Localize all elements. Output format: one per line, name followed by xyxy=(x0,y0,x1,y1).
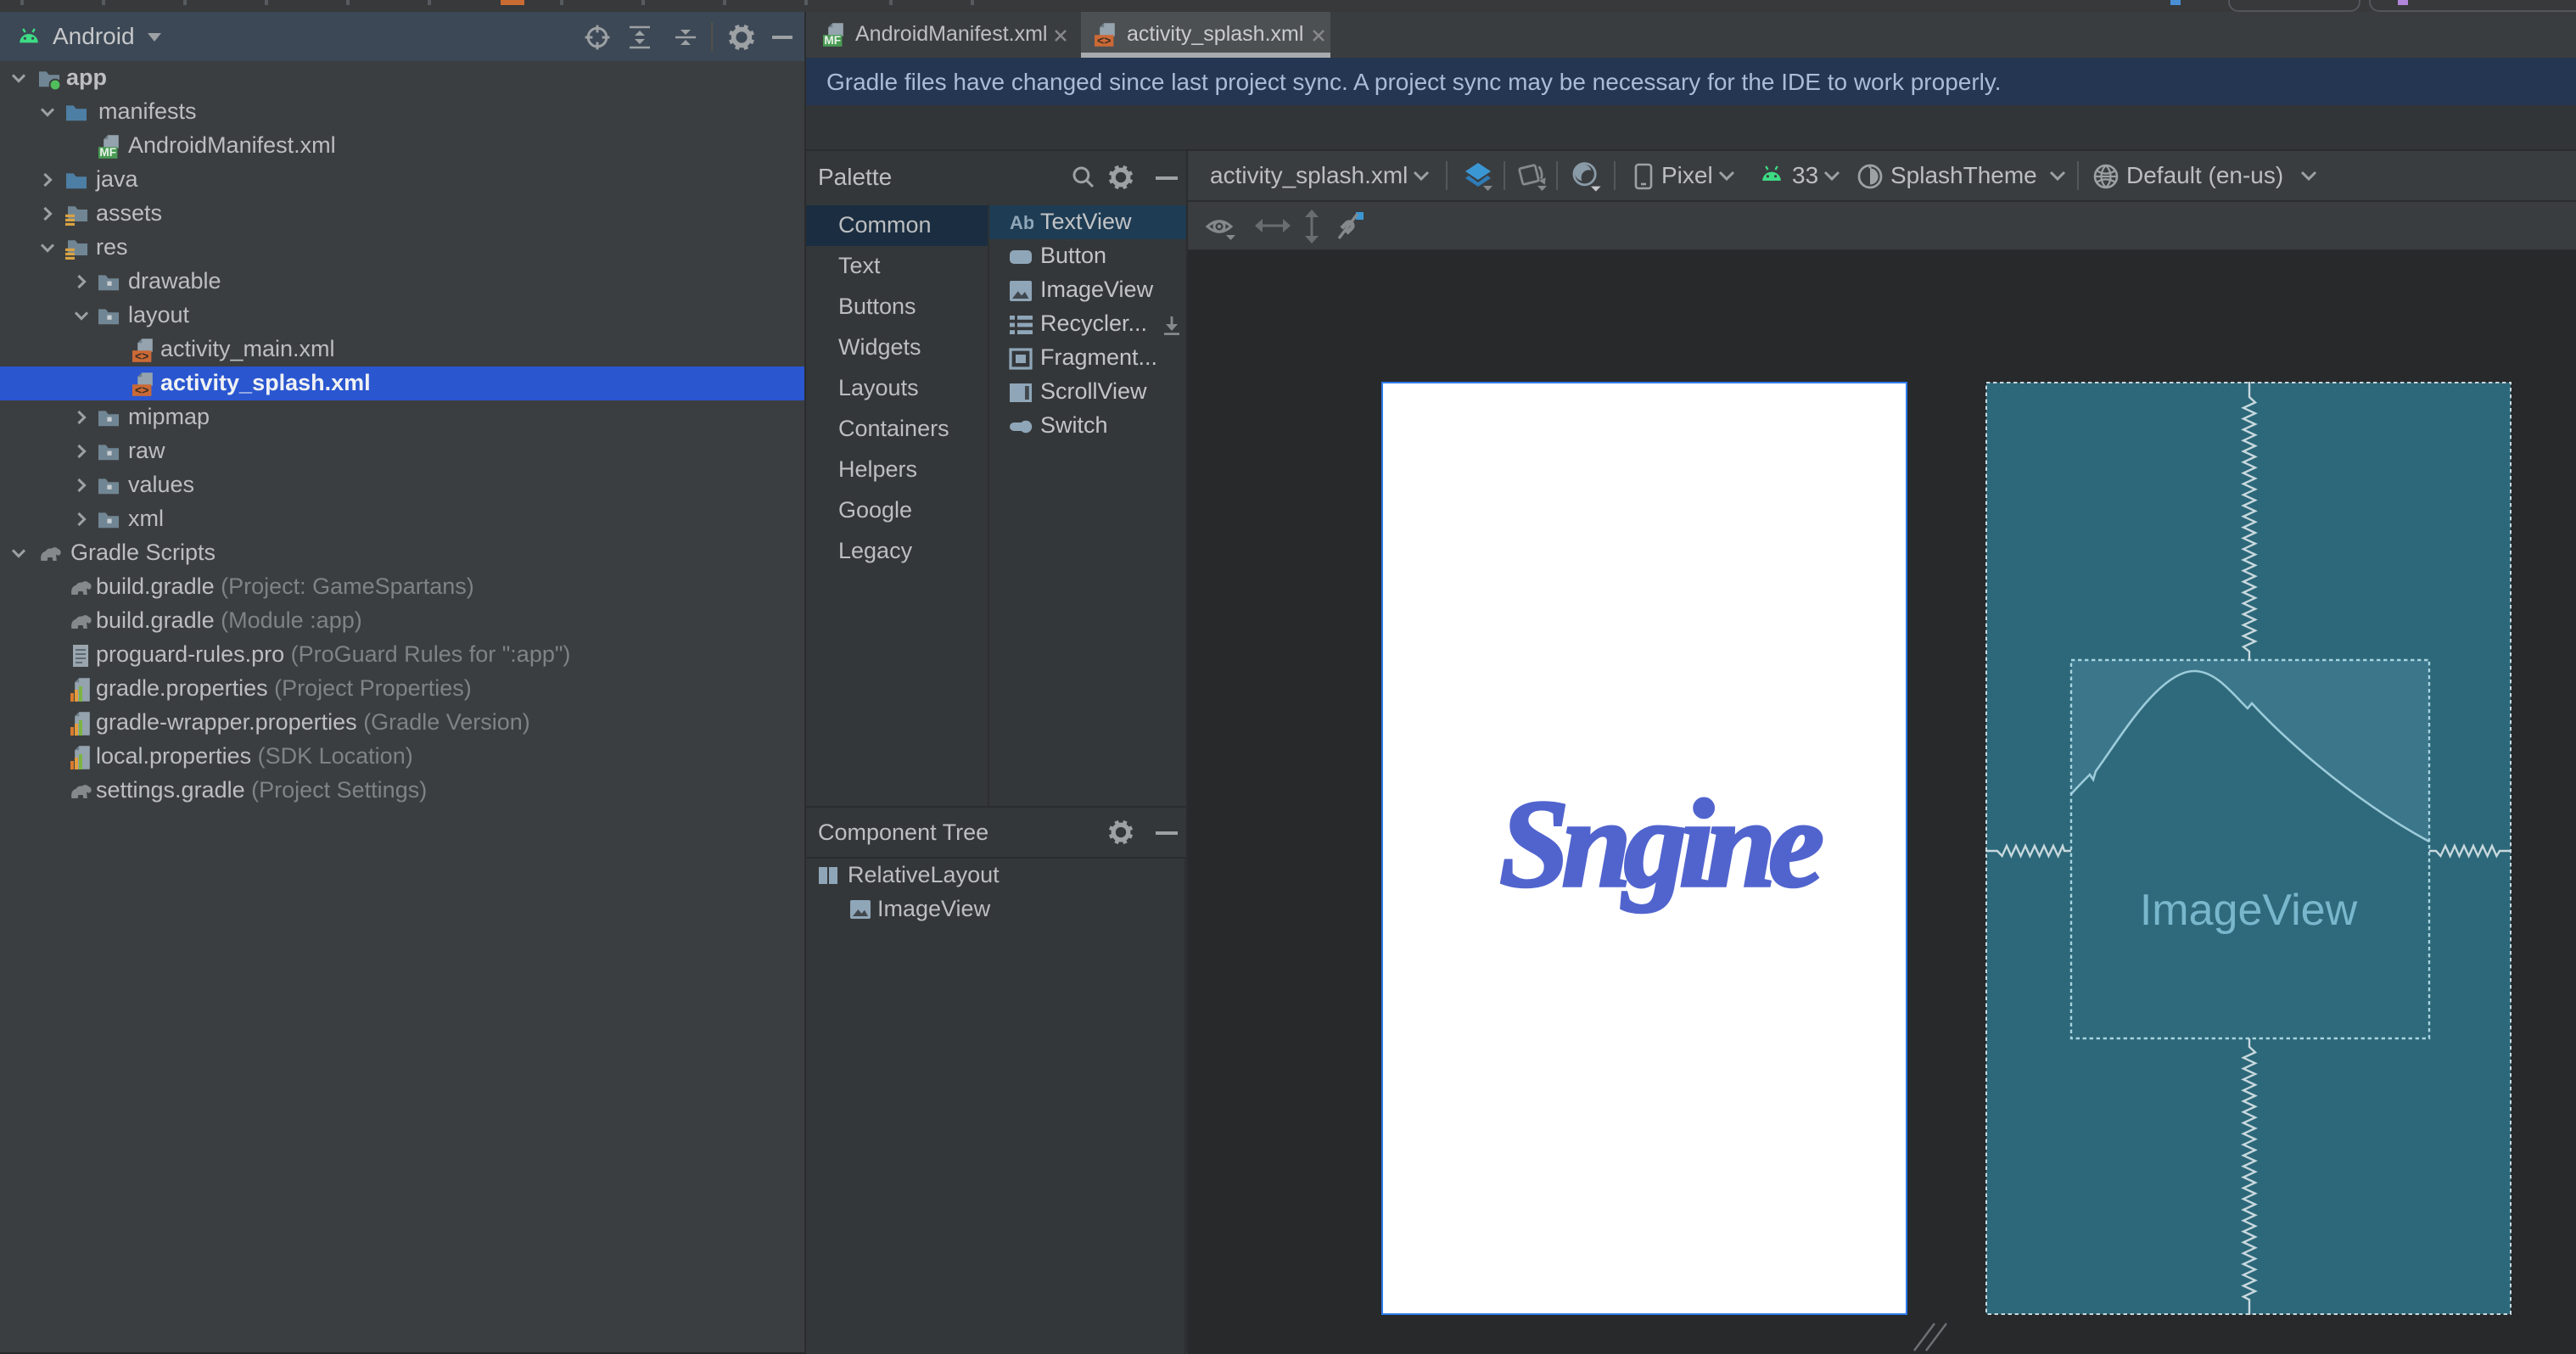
svg-text:ImageView: ImageView xyxy=(2140,886,2358,935)
svg-text:MF: MF xyxy=(99,145,116,158)
svg-text:Ab: Ab xyxy=(1010,211,1033,232)
svg-text:<>: <> xyxy=(134,382,148,395)
svg-text:MF: MF xyxy=(824,33,841,46)
svg-text:<>: <> xyxy=(1097,32,1111,46)
svg-text:<>: <> xyxy=(134,348,148,361)
